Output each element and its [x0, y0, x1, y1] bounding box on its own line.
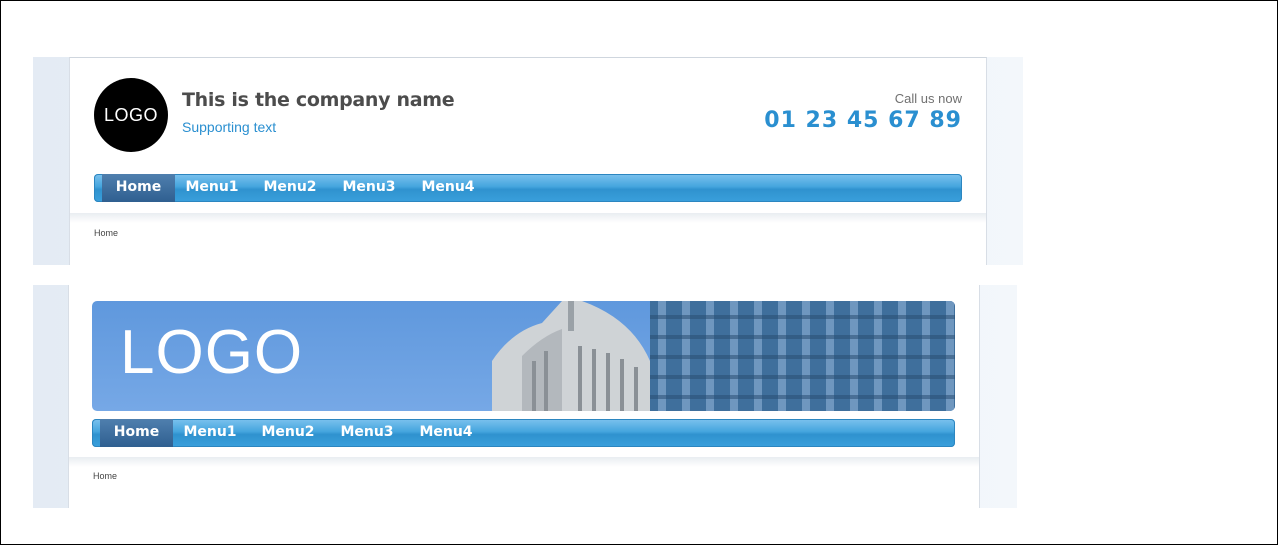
company-name: This is the company name — [182, 89, 455, 111]
phone-number[interactable]: 01 23 45 67 89 — [764, 108, 962, 133]
divider — [69, 457, 979, 467]
logo-text: LOGO — [103, 104, 158, 125]
supporting-text: Supporting text — [182, 119, 277, 135]
page-container: LOGO This is the company name Supporting… — [69, 57, 987, 265]
nav-item-menu3[interactable]: Menu3 — [339, 174, 399, 202]
nav-item-home[interactable]: Home — [100, 419, 173, 447]
header-variant-2: Home LOGO Home Menu1 Menu2 Menu3 Menu4 — [33, 285, 1017, 508]
nav-item-menu2[interactable]: Menu2 — [260, 174, 320, 202]
logo-circle[interactable]: LOGO — [94, 78, 168, 152]
nav-item-home[interactable]: Home — [102, 174, 175, 202]
divider — [70, 213, 986, 223]
breadcrumb[interactable]: Home — [94, 228, 118, 238]
nav-item-menu3[interactable]: Menu3 — [337, 419, 397, 447]
breadcrumb[interactable]: Home — [93, 471, 117, 481]
header-variant-1: LOGO This is the company name Supporting… — [33, 57, 1023, 265]
main-nav: Home Menu1 Menu2 Menu3 Menu4 — [92, 419, 955, 447]
call-us-label: Call us now — [894, 91, 962, 106]
banner-image: LOGO — [92, 301, 955, 411]
nav-item-menu1[interactable]: Menu1 — [180, 419, 240, 447]
banner-logo-text[interactable]: LOGO — [120, 317, 303, 388]
nav-item-menu4[interactable]: Menu4 — [416, 419, 476, 447]
nav-item-menu2[interactable]: Menu2 — [258, 419, 318, 447]
nav-item-menu4[interactable]: Menu4 — [418, 174, 478, 202]
nav-item-menu1[interactable]: Menu1 — [182, 174, 242, 202]
main-nav: Home Menu1 Menu2 Menu3 Menu4 — [94, 174, 962, 202]
